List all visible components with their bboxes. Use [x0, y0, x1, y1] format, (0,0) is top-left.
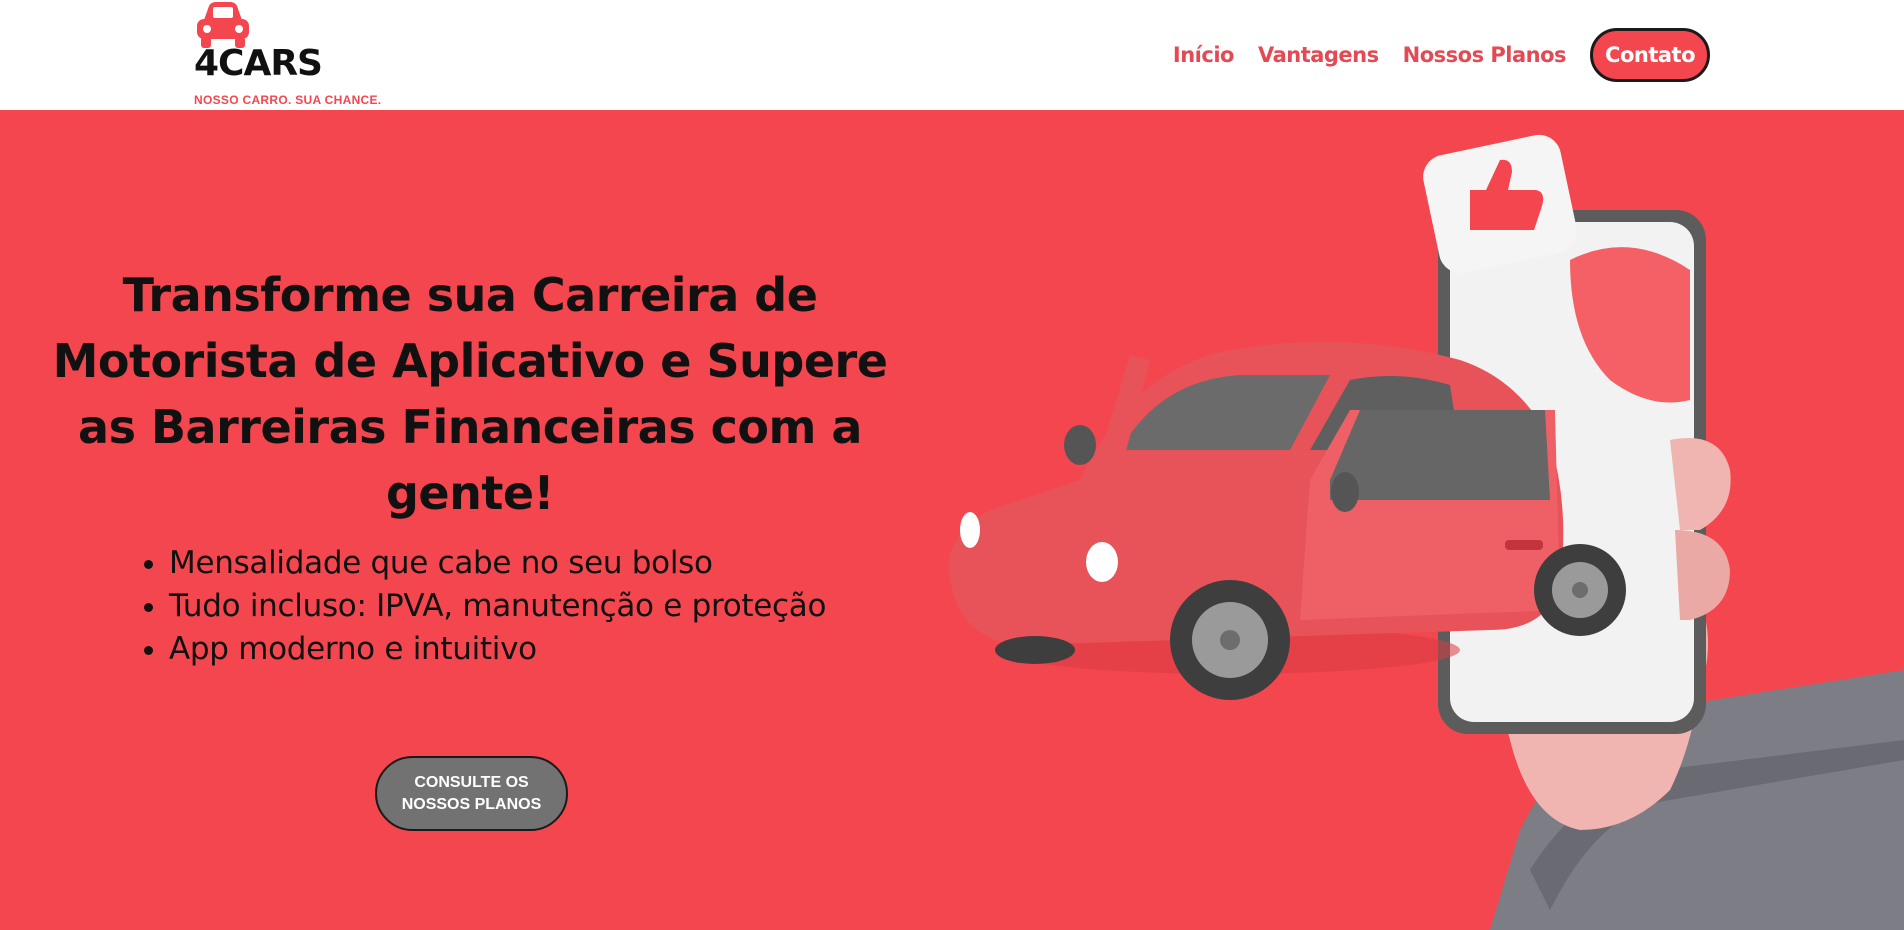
- site-header: 4CARS NOSSO CARRO. SUA CHANCE. Início Va…: [0, 0, 1904, 110]
- brand-tagline: NOSSO CARRO. SUA CHANCE.: [194, 93, 382, 107]
- benefit-item: App moderno e intuitivo: [169, 628, 826, 671]
- nav-link-vantagens[interactable]: Vantagens: [1258, 43, 1379, 67]
- nav-link-nossos-planos[interactable]: Nossos Planos: [1403, 43, 1567, 67]
- benefit-item: Tudo incluso: IPVA, manutenção e proteçã…: [169, 585, 826, 628]
- benefit-item: Mensalidade que cabe no seu bolso: [169, 542, 826, 585]
- contact-button[interactable]: Contato: [1590, 28, 1710, 82]
- hand-holding-phone-with-car-illustration: [948, 134, 1904, 930]
- logo[interactable]: 4CARS NOSSO CARRO. SUA CHANCE.: [194, 0, 424, 110]
- nav-link-inicio[interactable]: Início: [1173, 43, 1235, 67]
- main-nav: Início Vantagens Nossos Planos Contato: [1173, 28, 1710, 82]
- brand-name: 4CARS: [194, 43, 323, 84]
- hero-section: Transforme sua Carreira de Motorista de …: [0, 110, 1904, 930]
- hero-title: Transforme sua Carreira de Motorista de …: [52, 268, 888, 520]
- benefits-list: Mensalidade que cabe no seu bolso Tudo i…: [135, 542, 826, 671]
- consult-plans-button[interactable]: CONSULTE OS NOSSOS PLANOS: [375, 756, 568, 831]
